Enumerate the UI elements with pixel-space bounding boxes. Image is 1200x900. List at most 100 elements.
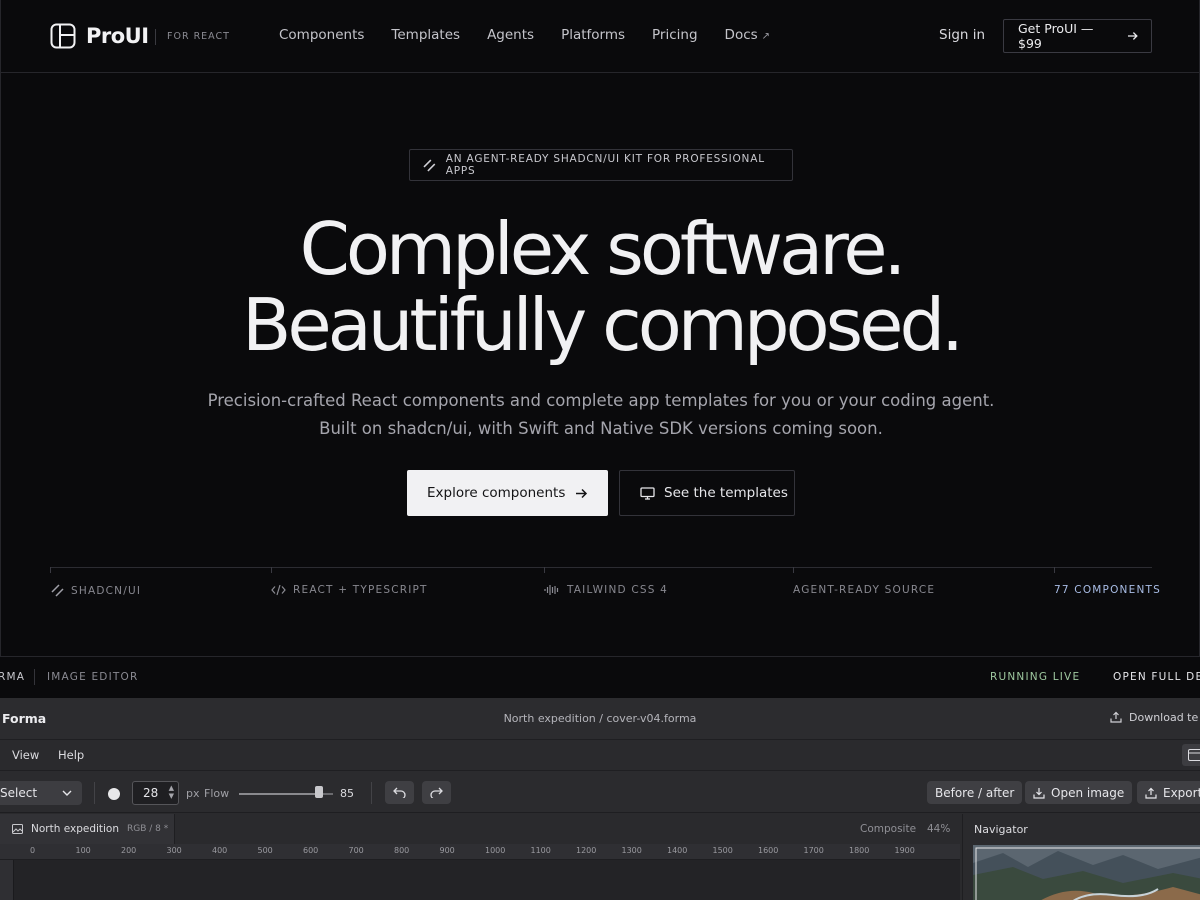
announcement-pill[interactable]: AN AGENT-READY SHADCN/UI KIT FOR PROFESS… — [409, 149, 793, 181]
export-label: Export — [1163, 785, 1200, 800]
flow-slider-fill — [239, 793, 319, 795]
editor-canvas[interactable] — [13, 860, 960, 900]
navigator-panel: Navigator — [962, 814, 1200, 900]
demo-app-label: RMA — [0, 671, 26, 683]
arrow-right-icon — [576, 488, 588, 498]
ruler-tick-label: 500 — [257, 846, 273, 855]
nav-docs[interactable]: Docs ↗ — [725, 27, 771, 43]
code-icon — [271, 584, 286, 596]
hero-section: AN AGENT-READY SHADCN/UI KIT FOR PROFESS… — [0, 73, 1200, 657]
proui-logo-icon[interactable] — [50, 23, 76, 49]
panel-toggle-button[interactable] — [1182, 744, 1200, 766]
image-editor-demo: Forma North expedition / cover-v04.forma… — [0, 698, 1200, 900]
zoom-percentage: 44% — [927, 823, 951, 835]
feature-label: TAILWIND CSS 4 — [567, 584, 668, 596]
subheadline-line-1: Precision-crafted React components and c… — [207, 391, 995, 410]
redo-button[interactable] — [422, 781, 451, 804]
strip-divider — [34, 669, 35, 685]
undo-icon — [393, 787, 406, 798]
document-tab-title: North expedition — [31, 823, 120, 835]
ruler-tick-label: 1400 — [667, 846, 688, 855]
ruler-tick-label: 1000 — [485, 846, 506, 855]
brand-name[interactable]: ProUI — [86, 24, 149, 48]
chevron-down-icon — [62, 790, 72, 796]
brand-subtitle: FOR REACT — [167, 31, 230, 42]
stepper-arrows-icon[interactable]: ▲ ▼ — [169, 784, 174, 800]
editor-titlebar: Forma North expedition / cover-v04.forma… — [0, 698, 1200, 740]
explore-components-label: Explore components — [427, 485, 566, 501]
announcement-text: AN AGENT-READY SHADCN/UI KIT FOR PROFESS… — [445, 153, 765, 177]
download-button[interactable]: Download te — [1110, 711, 1198, 724]
nav-docs-label: Docs — [724, 27, 758, 43]
nav-components[interactable]: Components — [279, 27, 364, 43]
get-proui-button[interactable]: Get ProUI — $99 — [1003, 19, 1152, 53]
before-after-button[interactable]: Before / after — [927, 781, 1023, 804]
feature-tick — [1054, 567, 1055, 573]
panel-icon — [1188, 749, 1200, 761]
flow-value: 85 — [340, 787, 354, 800]
demo-strip: RMA IMAGE EDITOR RUNNING LIVE OPEN FULL … — [0, 657, 1200, 698]
slashes-icon — [51, 584, 64, 597]
running-live-status: RUNNING LIVE — [990, 671, 1081, 683]
document-bar: North expedition RGB / 8 * Composite 44% — [0, 814, 960, 844]
nav-pricing[interactable]: Pricing — [652, 27, 698, 43]
open-image-button[interactable]: Open image — [1025, 781, 1133, 804]
nav-platforms[interactable]: Platforms — [561, 27, 625, 43]
open-full-demo-link[interactable]: OPEN FULL DEM — [1113, 671, 1200, 683]
tool-select-dropdown[interactable]: Select — [0, 781, 82, 805]
before-after-label: Before / after — [935, 785, 1015, 800]
headline-line-1: Complex software. — [299, 207, 907, 291]
ruler-tick-label: 600 — [303, 846, 319, 855]
arrow-right-icon — [1128, 32, 1139, 40]
document-tab[interactable]: North expedition RGB / 8 * — [0, 814, 175, 844]
image-icon — [12, 824, 23, 834]
sign-in-link[interactable]: Sign in — [939, 27, 985, 43]
feature-components-count: 77 COMPONENTS — [1054, 584, 1161, 596]
menu-help[interactable]: Help — [58, 748, 84, 762]
ruler-tick-label: 1100 — [530, 846, 551, 855]
ruler-tick-label: 300 — [166, 846, 182, 855]
export-button[interactable]: Export — [1137, 781, 1200, 804]
ruler-tick-label: 1800 — [849, 846, 870, 855]
see-templates-button[interactable]: See the templates — [619, 470, 795, 516]
ruler-tick-label: 400 — [212, 846, 228, 855]
feature-label: REACT + TYPESCRIPT — [293, 584, 428, 596]
main-nav: Components Templates Agents Platforms Pr… — [279, 27, 770, 43]
ruler-tick-label: 1900 — [894, 846, 915, 855]
feature-divider-line — [50, 567, 1152, 568]
ruler-tick-label: 0 — [30, 846, 36, 855]
ruler-tick-label: 700 — [348, 846, 364, 855]
navigator-thumbnail[interactable] — [973, 845, 1200, 900]
undo-button[interactable] — [385, 781, 414, 804]
feature-tick — [793, 567, 794, 573]
feature-label: 77 COMPONENTS — [1054, 584, 1161, 596]
flow-slider-thumb[interactable] — [314, 786, 323, 798]
ruler-tick-label: 200 — [121, 846, 137, 855]
feature-shadcn: SHADCN/UI — [51, 584, 141, 597]
subheadline-line-2: Built on shadcn/ui, with Swift and Nativ… — [319, 419, 883, 438]
brush-size-input[interactable]: 28 ▲ ▼ — [132, 781, 179, 805]
feature-label: SHADCN/UI — [71, 584, 142, 597]
ruler-tick-label: 100 — [75, 846, 91, 855]
ruler-tick-label: 1700 — [803, 846, 824, 855]
nav-templates[interactable]: Templates — [391, 27, 460, 43]
editor-file-path: North expedition / cover-v04.forma — [503, 712, 697, 725]
composite-label: Composite — [860, 823, 917, 835]
nav-agents[interactable]: Agents — [487, 27, 534, 43]
ruler-tick-label: 1500 — [712, 846, 733, 855]
ruler-tick-label: 1200 — [576, 846, 597, 855]
explore-components-button[interactable]: Explore components — [407, 470, 608, 516]
flow-label: Flow — [204, 787, 230, 800]
open-image-label: Open image — [1051, 785, 1125, 800]
ruler-tick-label: 1600 — [758, 846, 779, 855]
feature-label: AGENT-READY SOURCE — [793, 584, 936, 596]
site-header: ProUI FOR REACT Components Templates Age… — [0, 0, 1200, 73]
feature-tick — [50, 567, 51, 573]
brush-color-swatch[interactable] — [108, 788, 120, 800]
horizontal-ruler: 0 100 200 300 400 500 600 700 800 900 1000 1100 1200… — [0, 844, 960, 860]
headline-line-2: Beautifully composed. — [241, 283, 964, 367]
menu-view[interactable]: View — [12, 748, 39, 762]
vertical-ruler — [0, 860, 13, 900]
redo-icon — [430, 787, 443, 798]
tool-select-value: Select — [0, 786, 38, 800]
